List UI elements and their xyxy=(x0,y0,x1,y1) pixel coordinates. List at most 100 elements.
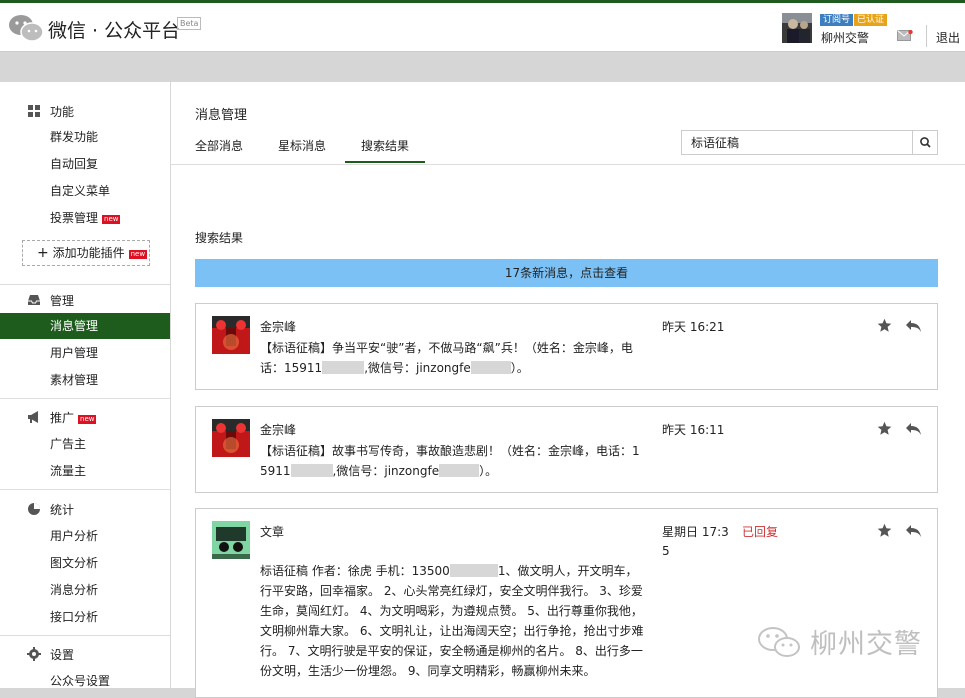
sidebar-item-advertiser[interactable]: 广告主 xyxy=(0,431,170,457)
message-content: 【标语征稿】故事书写传奇，事故酿造悲剧！（姓名：金宗峰，电话：15911 ,微信号… xyxy=(260,441,646,481)
verified-badge: 已认证 xyxy=(854,14,888,26)
sidebar-item-label: 广告主 xyxy=(50,437,87,451)
divider xyxy=(926,25,927,47)
sidebar-item-label: 自动回复 xyxy=(50,157,99,171)
gear-icon xyxy=(27,647,41,661)
sidebar-item-account-settings[interactable]: 公众号设置 xyxy=(0,668,170,694)
section-title: 统计 xyxy=(50,503,75,517)
reply-icon[interactable] xyxy=(905,422,922,436)
sidebar-item-custom-menu[interactable]: 自定义菜单 xyxy=(0,178,170,204)
watermark: 柳州交警 xyxy=(756,622,956,662)
sidebar-item-label: 公众号设置 xyxy=(50,674,111,688)
avatar-image-icon xyxy=(212,419,250,457)
sidebar-item-label: 用户管理 xyxy=(50,346,99,360)
avatar-image-icon xyxy=(212,316,250,354)
logout-link[interactable]: 退出 xyxy=(936,29,960,46)
app-title[interactable]: 微信 · 公众平台 xyxy=(48,16,180,43)
divider xyxy=(0,284,170,285)
inbox-icon xyxy=(28,295,40,305)
tab-divider xyxy=(171,164,965,165)
message-text: ）。 xyxy=(479,464,498,478)
search-button[interactable] xyxy=(912,131,937,154)
sender-name[interactable]: 金宗峰 xyxy=(260,421,296,438)
sidebar-item-mass-send[interactable]: 群发功能 xyxy=(0,124,170,150)
sender-avatar[interactable] xyxy=(212,419,250,457)
wechat-logo-icon xyxy=(9,15,44,42)
sidebar-item-label: 用户分析 xyxy=(50,529,99,543)
sender-avatar[interactable] xyxy=(212,316,250,354)
sidebar-item-vote[interactable]: 投票管理 new xyxy=(0,205,170,231)
sidebar-item-message-manage[interactable]: 消息管理 xyxy=(0,313,170,339)
sidebar-item-article-analytics[interactable]: 图文分析 xyxy=(0,550,170,576)
sidebar-item-label: 流量主 xyxy=(50,464,87,478)
new-tag: new xyxy=(102,215,121,224)
redacted-mask xyxy=(290,464,333,477)
message-text: ）。 xyxy=(510,361,529,375)
message-text: 标语征稿 作者：徐虎 手机：13500 xyxy=(260,564,450,578)
search-results-heading: 搜索结果 xyxy=(195,231,244,245)
sidebar-item-traffic-owner[interactable]: 流量主 xyxy=(0,458,170,484)
sender-name[interactable]: 金宗峰 xyxy=(260,318,296,335)
section-title: 设置 xyxy=(50,648,75,662)
grid-icon xyxy=(28,105,40,117)
message-text: ,微信号：jinzongfe xyxy=(364,361,471,375)
sender-avatar[interactable] xyxy=(212,521,250,559)
sidebar-item-label: 图文分析 xyxy=(50,556,99,570)
message-item: 金宗峰 【标语征稿】争当平安“驶”者，不做马路“飙”兵！（姓名：金宗峰，电话：1… xyxy=(195,303,938,390)
wechat-watermark-icon xyxy=(758,627,800,657)
sidebar-item-material-manage[interactable]: 素材管理 xyxy=(0,367,170,393)
sidebar-section-settings: 设置 xyxy=(0,644,170,664)
divider xyxy=(0,635,170,636)
sidebar-item-api-analytics[interactable]: 接口分析 xyxy=(0,604,170,630)
sidebar-item-user-analytics[interactable]: 用户分析 xyxy=(0,523,170,549)
tab-starred-messages[interactable]: 星标消息 xyxy=(278,138,326,163)
message-item: 金宗峰 【标语征稿】故事书写传奇，事故酿造悲剧！（姓名：金宗峰，电话：15911… xyxy=(195,406,938,493)
beta-badge: Beta xyxy=(177,17,202,30)
sidebar-item-auto-reply[interactable]: 自动回复 xyxy=(0,151,170,177)
redacted-mask xyxy=(449,564,498,577)
add-plugin-button[interactable]: + 添加功能插件 new xyxy=(22,240,150,266)
mail-icon[interactable] xyxy=(897,30,913,42)
sidebar-item-label: 投票管理 xyxy=(50,211,99,225)
message-time: 昨天 16:11 xyxy=(662,423,725,437)
reply-icon[interactable] xyxy=(905,319,922,333)
sidebar-item-user-manage[interactable]: 用户管理 xyxy=(0,340,170,366)
account-avatar[interactable] xyxy=(782,13,812,43)
section-title-text: 推广 xyxy=(50,411,75,425)
message-content: 【标语征稿】争当平安“驶”者，不做马路“飙”兵！（姓名：金宗峰，电话：15911… xyxy=(260,338,646,378)
sidebar-section-functions: 功能 xyxy=(0,101,170,121)
divider xyxy=(0,398,170,399)
message-text: ,微信号：jinzongfe xyxy=(332,464,440,478)
message-content: 标语征稿 作者：徐虎 手机：13500 1、做文明人，开文明车，行平安路，回幸福家… xyxy=(260,561,646,681)
star-icon[interactable] xyxy=(877,523,892,538)
sidebar-item-label: 素材管理 xyxy=(50,373,99,387)
star-icon[interactable] xyxy=(877,421,892,436)
watermark-text: 柳州交警 xyxy=(810,629,922,660)
add-plugin-label: 添加功能插件 xyxy=(52,246,125,260)
sidebar-section-promotion: 推广 new xyxy=(0,407,170,427)
message-time: 星期日 17:35 xyxy=(662,525,729,558)
sidebar-section-manage: 管理 xyxy=(0,290,170,310)
sidebar-item-message-analytics[interactable]: 消息分析 xyxy=(0,577,170,603)
sidebar: 功能 群发功能 自动回复 自定义菜单 投票管理 new + 添加功能插件 new 管… xyxy=(0,82,171,688)
account-name[interactable]: 柳州交警 xyxy=(821,29,869,46)
pie-chart-icon xyxy=(28,503,40,515)
tab-search-results[interactable]: 搜索结果 xyxy=(345,138,425,163)
sender-name[interactable]: 文章 xyxy=(260,523,284,540)
sidebar-item-label: 自定义菜单 xyxy=(50,184,111,198)
tab-all-messages[interactable]: 全部消息 xyxy=(195,138,243,163)
new-messages-bar[interactable]: 17条新消息，点击查看 xyxy=(195,259,938,287)
message-time: 昨天 16:21 xyxy=(662,320,725,334)
search-input[interactable] xyxy=(682,131,912,154)
reply-icon[interactable] xyxy=(905,524,922,538)
redacted-mask xyxy=(439,464,480,477)
sidebar-item-label: 消息管理 xyxy=(50,319,99,333)
account-type-badge: 订阅号 xyxy=(820,14,854,26)
redacted-mask xyxy=(322,361,365,374)
new-tag: new xyxy=(78,415,97,424)
search-box xyxy=(681,130,938,155)
redacted-mask xyxy=(470,361,511,374)
megaphone-icon xyxy=(28,411,38,423)
replied-status: 已回复 xyxy=(742,525,779,539)
star-icon[interactable] xyxy=(877,318,892,333)
